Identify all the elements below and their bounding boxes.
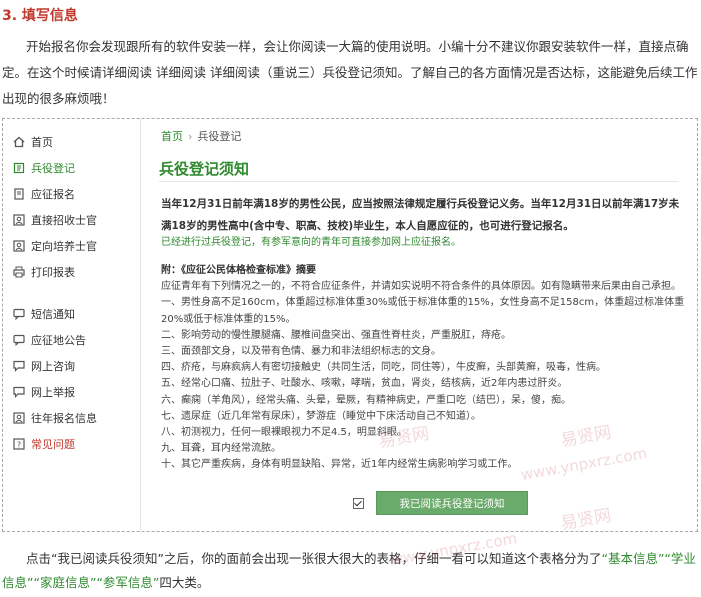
sidebar-item-direct-nco[interactable]: 直接招收士官 [13, 210, 97, 230]
annex-line: 应征青年有下列情况之一的，不符合应征条件，并请如实说明不符合条件的具体原因。如有… [161, 281, 681, 293]
sidebar-item-label: 网上咨询 [31, 360, 75, 373]
page-title: 兵役登记须知 [159, 160, 250, 178]
annex-section: 附：《应征公民体格检查标准》摘要 应征青年有下列情况之一的，不符合应征条件，并请… [161, 263, 686, 474]
annex-line: 一、男性身高不足160cm，体重超过标准体重30%或低于标准体重的15%，女性身… [161, 297, 685, 325]
sidebar-item-register[interactable]: 兵役登记 [13, 158, 75, 178]
sidebar-item-label: 打印报表 [31, 266, 75, 279]
intro-paragraph: 开始报名你会发现跟所有的软件安装一样，会让你阅读一大篇的使用说明。小编十分不建议… [2, 39, 698, 106]
sidebar-item-sms[interactable]: 短信通知 [13, 304, 75, 324]
person-card-icon [13, 412, 25, 424]
sidebar-item-print[interactable]: 打印报表 [13, 262, 75, 282]
agree-button[interactable]: 我已阅读兵役登记须知 [376, 491, 528, 515]
sidebar-item-label: 兵役登记 [31, 162, 75, 175]
lead-note: 已经进行过兵役登记，有参军意向的青年可直接参加网上应征报名。 [161, 237, 461, 248]
home-icon [13, 136, 25, 148]
sidebar-item-home[interactable]: 首页 [13, 132, 53, 152]
breadcrumb-home-link[interactable]: 首页 [161, 130, 183, 143]
lead-text: 当年12月31日前年满18岁的男性公民，应当按照法律规定履行兵役登记义务。当年1… [161, 198, 680, 232]
sidebar-item-label: 首页 [31, 136, 53, 149]
register-icon [13, 162, 25, 174]
annex-title: 附：《应征公民体格检查标准》摘要 [161, 265, 316, 276]
annex-line: 五、经常心口痛、拉肚子、吐酸水、咳嗽，哮喘，贫血，肾炎，结核病，近2年内患过肝炎… [161, 378, 568, 390]
sidebar-item-announcement[interactable]: 应征地公告 [13, 330, 86, 350]
section-heading: 3. 填写信息 [2, 8, 78, 24]
agree-checkbox[interactable] [353, 497, 364, 509]
sidebar-item-label: 直接招收士官 [31, 214, 97, 227]
category-enlist: “参军信息” [96, 575, 160, 590]
sidebar-item-label: 应征报名 [31, 188, 75, 201]
chat-icon [13, 360, 25, 372]
annex-line: 九、耳聋，耳内经常流脓。 [161, 443, 281, 455]
person-card-icon [13, 240, 25, 252]
message-icon [13, 308, 25, 320]
agree-row: 我已阅读兵役登记须知 [353, 491, 528, 515]
outro-tail: 四大类。 [159, 575, 210, 590]
sidebar-item-label: 常见问题 [31, 438, 75, 451]
annex-line: 七、遗尿症（近几年常有尿床），梦游症（睡觉中下床活动自己不知道）。 [161, 410, 481, 422]
sidebar-item-faq[interactable]: ? 常见问题 [13, 434, 75, 454]
person-card-icon [13, 214, 25, 226]
svg-text:?: ? [17, 441, 21, 450]
sidebar-item-directed-nco[interactable]: 定向培养士官 [13, 236, 97, 256]
annex-line: 三、面颈部文身，以及带有色情、暴力和非法组织标志的文身。 [161, 346, 441, 358]
breadcrumb-separator: › [188, 130, 193, 143]
sidebar-item-enlist[interactable]: 应征报名 [13, 184, 75, 204]
sidebar-item-label: 网上举报 [31, 386, 75, 399]
annex-line: 四、疥疮，与麻疯病人有密切接触史（共同生活，同吃，同住等），牛皮癣，头部黄癣，吸… [161, 362, 606, 374]
annex-line: 六、癫痫（羊角风），经常头痛、头晕，晕厥，有精神病史，严重口吃（结巴），呆，傻，… [161, 394, 571, 406]
sidebar-item-consult[interactable]: 网上咨询 [13, 356, 75, 376]
sidebar-item-label: 应征地公告 [31, 334, 86, 347]
main-content: 首页 › 兵役登记 兵役登记须知 当年12月31日前年满18岁的男性公民，应当按照法… [141, 119, 697, 531]
sidebar-item-label: 往年报名信息 [31, 412, 97, 425]
screenshot-frame: 首页 兵役登记 应征报名 直接招收士官 定向培养士官 打印报表 短信通知 应征地… [2, 118, 698, 532]
annex-line: 十、其它严重疾病，身体有明显缺陷、异常，近1年内经常生病影响学习或工作。 [161, 459, 518, 471]
document-icon [14, 188, 24, 200]
message-icon [13, 334, 25, 346]
category-basic: “基本信息” [601, 551, 665, 566]
sidebar-item-past-info[interactable]: 往年报名信息 [13, 408, 97, 428]
outro-text: 点击“我已阅读兵役须知”之后，你的面前会出现一张很大很大的表格，仔细一看可以知道… [26, 551, 602, 566]
chat-icon [13, 386, 25, 398]
printer-icon [13, 266, 25, 278]
annex-line: 二、影响劳动的慢性腰腿痛、腰椎间盘突出、强直性脊柱炎，严重脱肛，痔疮。 [161, 329, 511, 341]
annex-line: 八、初测视力，任何一眼裸眼视力不足4.5，明显斜眼。 [161, 427, 407, 439]
sidebar-item-label: 定向培养士官 [31, 240, 97, 253]
question-icon: ? [13, 438, 25, 450]
sidebar: 首页 兵役登记 应征报名 直接招收士官 定向培养士官 打印报表 短信通知 应征地… [3, 119, 141, 531]
outro-paragraph: 点击“我已阅读兵役须知”之后，你的面前会出现一张很大很大的表格，仔细一看可以知道… [2, 547, 698, 595]
title-divider [159, 181, 679, 182]
breadcrumb-current: 兵役登记 [197, 130, 242, 143]
breadcrumb: 首页 › 兵役登记 [161, 128, 241, 144]
sidebar-item-report[interactable]: 网上举报 [13, 382, 75, 402]
sidebar-item-label: 短信通知 [31, 308, 75, 321]
category-family: “家庭信息” [33, 575, 97, 590]
